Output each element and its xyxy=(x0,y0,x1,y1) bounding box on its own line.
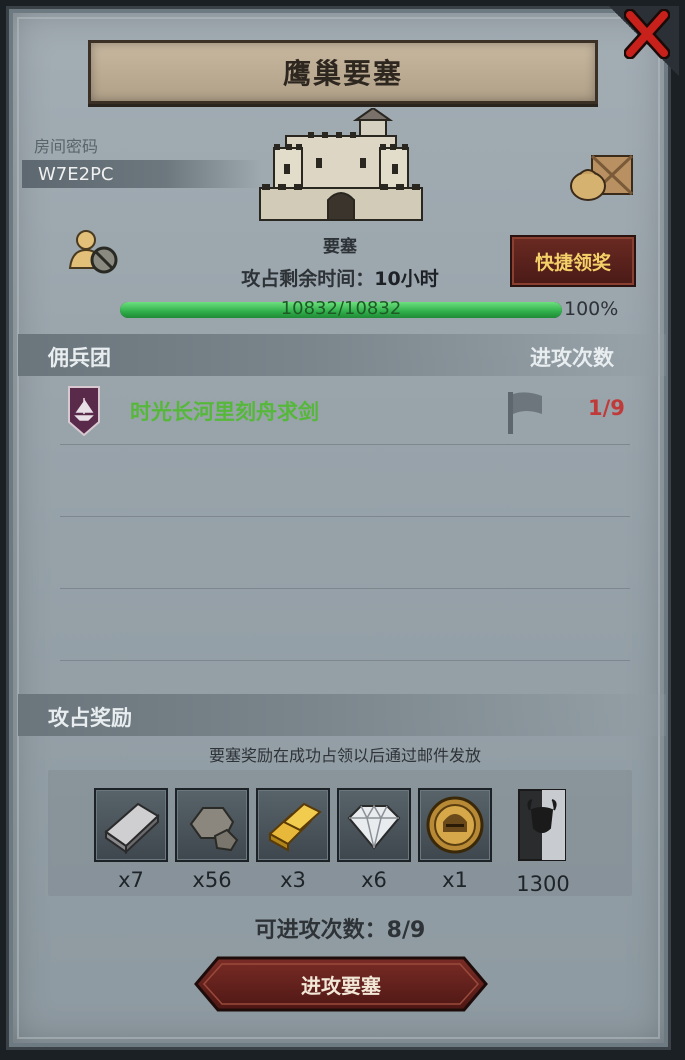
reward-count: x7 xyxy=(118,868,144,892)
reward-count: 1300 xyxy=(516,872,570,896)
attack-button-label: 进攻要塞 xyxy=(301,973,381,998)
page-title: 鹰巢要塞 xyxy=(88,40,598,104)
diamond-icon xyxy=(347,804,401,850)
remaining-attacks-label: 可进攻次数： xyxy=(254,918,387,943)
occupy-time: 攻占剩余时间：10小时 xyxy=(180,264,500,291)
hide-user-icon[interactable] xyxy=(68,228,120,274)
reward-count: x1 xyxy=(442,868,468,892)
reward-tile xyxy=(94,788,168,862)
hp-percent: 100% xyxy=(564,298,619,320)
remaining-attacks-value: 8/9 xyxy=(386,918,426,943)
reward-tile xyxy=(175,788,249,862)
reward-item[interactable]: x3 xyxy=(256,788,332,892)
close-icon xyxy=(624,9,670,59)
attacks-header: 进攻次数 xyxy=(530,346,614,370)
occupy-time-value: 10小时 xyxy=(374,268,439,290)
remaining-attacks: 可进攻次数：8/9 xyxy=(180,912,500,944)
reward-item[interactable]: x6 xyxy=(337,788,413,892)
supplies-icon[interactable] xyxy=(568,150,636,202)
stone-icon xyxy=(189,807,239,852)
reward-count: x6 xyxy=(361,868,387,892)
reward-count: x56 xyxy=(192,868,232,892)
reward-item[interactable]: x1 xyxy=(418,788,494,892)
room-code: W7E2PC xyxy=(38,163,114,185)
hp-text: 10832/10832 xyxy=(280,298,402,319)
reward-item[interactable]: 1300 xyxy=(506,788,582,896)
quick-claim-button[interactable]: 快捷领奖 xyxy=(510,235,636,287)
fortress-icon xyxy=(259,108,423,221)
reward-item[interactable]: x56 xyxy=(175,788,251,892)
reward-count: x3 xyxy=(280,868,306,892)
reward-tile xyxy=(418,788,492,862)
flag-icon xyxy=(508,392,542,434)
mercenary-section-title: 佣兵团 xyxy=(48,346,111,370)
row-divider xyxy=(60,588,630,589)
row-divider xyxy=(60,444,630,445)
reward-section-title: 攻占奖励 xyxy=(48,706,132,730)
reward-tile xyxy=(337,788,411,862)
bull-banner-icon xyxy=(518,789,566,861)
reward-item[interactable]: x7 xyxy=(94,788,170,892)
iron-ingot-icon xyxy=(104,802,160,855)
attack-fortress-button[interactable]: 进攻要塞 xyxy=(194,956,488,1012)
reward-note: 要塞奖励在成功占领以后通过邮件发放 xyxy=(208,746,481,765)
room-code-label: 房间密码 xyxy=(34,137,99,156)
helmet-medal-icon xyxy=(426,796,484,854)
row-divider xyxy=(60,660,630,661)
reward-tile xyxy=(256,788,330,862)
row-divider xyxy=(60,516,630,517)
close-button[interactable] xyxy=(623,8,671,60)
gold-bar-icon xyxy=(268,802,322,852)
room-code-bar: W7E2PC xyxy=(22,160,262,188)
guild-name: 时光长河里刻舟求剑 xyxy=(130,400,319,424)
attack-count: 1/9 xyxy=(588,396,625,420)
occupy-time-label: 攻占剩余时间： xyxy=(241,268,375,290)
guild-badge-icon xyxy=(68,386,100,436)
fortress-name: 要塞 xyxy=(323,237,357,257)
